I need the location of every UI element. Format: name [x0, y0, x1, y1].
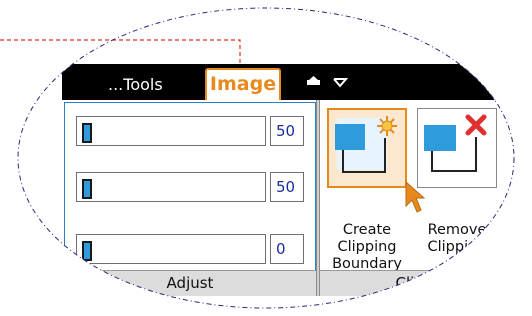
magnifier-outline	[17, 7, 515, 309]
callout-scene: ...Tools Image 50 50 0 Adjust Create Cli…	[0, 0, 532, 316]
